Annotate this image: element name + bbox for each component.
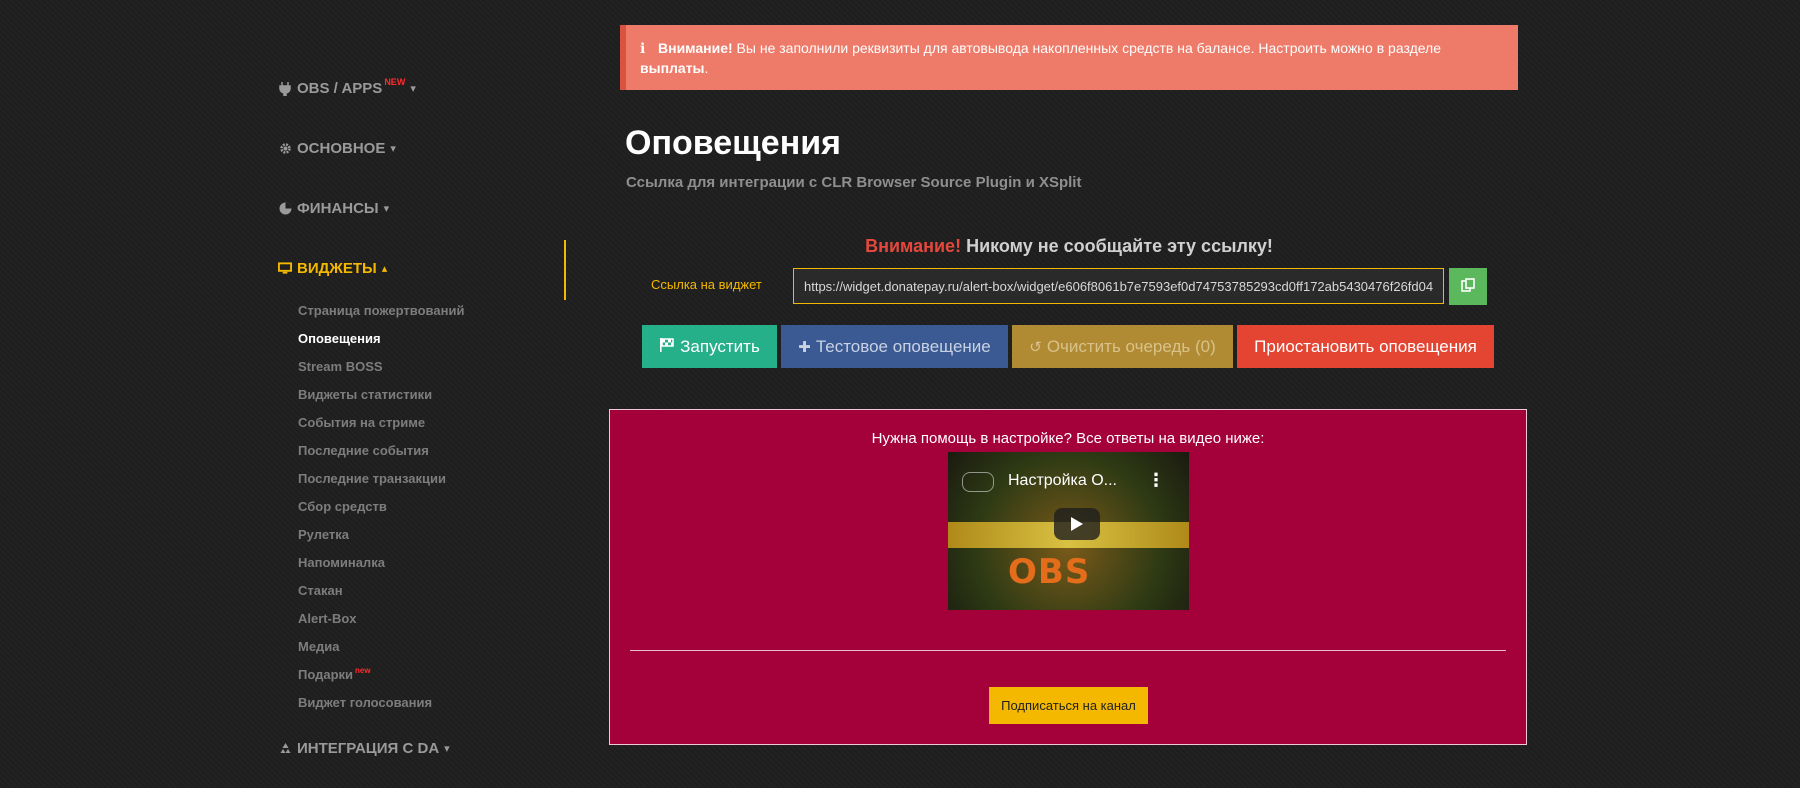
chevron-down-icon: ▾ [390, 143, 396, 155]
sidebar-item-last-transactions[interactable]: Последние транзакции [298, 471, 464, 499]
page-subtitle: Ссылка для интеграции с CLR Browser Sour… [626, 174, 1082, 191]
alert-title: Внимание! [658, 40, 733, 56]
new-badge: NEW [384, 76, 406, 87]
sidebar-item-alerts[interactable]: Оповещения [298, 331, 464, 359]
copy-icon [1461, 278, 1475, 295]
chevron-up-icon: ▴ [381, 263, 388, 275]
payouts-link[interactable]: выплаты [640, 60, 705, 76]
recycle-icon [278, 742, 292, 756]
video-thumbnail-text: OBS [1008, 552, 1091, 592]
warning-label: Внимание! [865, 236, 962, 256]
sidebar-item-reminder[interactable]: Напоминалка [298, 555, 464, 583]
nav-section-obs-apps[interactable]: OBS / APPS NEW ▾ [278, 76, 416, 97]
sidebar-item-gifts[interactable]: Подарки new [298, 666, 464, 695]
sidebar-item-alert-box[interactable]: Alert-Box [298, 611, 464, 639]
security-warning: Внимание! Никому не сообщайте эту ссылку… [620, 236, 1518, 257]
test-alert-label: Тестовое оповещение [815, 336, 991, 356]
video-embed[interactable]: OBS Настройка О... ⋮ [948, 452, 1189, 610]
widget-link-label: Ссылка на виджет [651, 277, 762, 292]
nav-section-label: OBS / APPS [297, 80, 383, 97]
divider [630, 650, 1506, 651]
sidebar-item-fundraising[interactable]: Сбор средств [298, 499, 464, 527]
chevron-down-icon: ▾ [410, 83, 416, 95]
pause-alerts-button[interactable]: Приостановить оповещения [1237, 325, 1494, 368]
sidebar-item-last-events[interactable]: Последние события [298, 443, 464, 471]
active-section-indicator [564, 240, 566, 300]
info-icon: ℹ [640, 40, 646, 56]
gamepad-icon [962, 472, 994, 492]
plus-icon: ✚ [798, 338, 811, 356]
copy-link-button[interactable] [1449, 268, 1487, 305]
help-panel: Нужна помощь в настройке? Все ответы на … [609, 409, 1527, 745]
nav-section-finance[interactable]: ФИНАНСЫ ▾ [278, 200, 389, 217]
nav-section-label: ОСНОВНОЕ [297, 140, 386, 157]
monitor-icon [278, 262, 292, 276]
clear-queue-button[interactable]: ↺ Очистить очередь (0) [1012, 325, 1233, 368]
sidebar: OBS / APPS NEW ▾ ОСНОВНОЕ ▾ ФИНАНСЫ ▾ ВИ… [278, 0, 568, 788]
nav-section-widgets[interactable]: ВИДЖЕТЫ ▴ [278, 260, 387, 277]
widgets-submenu: Страница пожертвований Оповещения Stream… [298, 303, 464, 723]
sidebar-item-stream-events[interactable]: События на стриме [298, 415, 464, 443]
start-button-label: Запустить [680, 336, 760, 356]
chevron-down-icon: ▾ [383, 203, 390, 215]
sidebar-item-voting-widget[interactable]: Виджет голосования [298, 695, 464, 723]
widget-link-input[interactable] [793, 268, 1444, 304]
nav-section-label: ФИНАНСЫ [297, 200, 379, 217]
plug-icon [278, 81, 292, 96]
flag-icon [659, 337, 675, 356]
sidebar-item-stream-boss[interactable]: Stream BOSS [298, 359, 464, 387]
sidebar-item-roulette[interactable]: Рулетка [298, 527, 464, 555]
warning-text: Никому не сообщайте эту ссылку! [966, 236, 1273, 256]
subscribe-button[interactable]: Подписаться на канал [989, 687, 1148, 724]
nav-section-main[interactable]: ОСНОВНОЕ ▾ [278, 140, 396, 157]
sidebar-item-donation-page[interactable]: Страница пожертвований [298, 303, 464, 331]
alert-text: Вы не заполнили реквизиты для автовывода… [736, 40, 1442, 56]
new-badge: new [355, 666, 371, 675]
help-text: Нужна помощь в настройке? Все ответы на … [871, 430, 1265, 447]
nav-section-label: ИНТЕГРАЦИЯ С DA [297, 740, 440, 757]
pie-chart-icon [278, 202, 292, 216]
video-title: Настройка О... [1008, 472, 1117, 489]
start-button[interactable]: Запустить [642, 325, 777, 368]
play-icon[interactable] [1054, 508, 1100, 540]
sidebar-item-glass[interactable]: Стакан [298, 583, 464, 611]
sidebar-item-media[interactable]: Медиа [298, 639, 464, 667]
more-options-icon[interactable]: ⋮ [1147, 470, 1165, 491]
alert-end: . [704, 60, 709, 76]
test-alert-button[interactable]: ✚ Тестовое оповещение [781, 325, 1008, 368]
undo-icon: ↺ [1029, 338, 1042, 356]
payout-alert: ℹ Внимание! Вы не заполнили реквизиты для… [620, 25, 1518, 90]
nav-section-label: ВИДЖЕТЫ [297, 260, 377, 277]
sidebar-item-stats-widgets[interactable]: Виджеты статистики [298, 387, 464, 415]
gear-icon [278, 142, 292, 156]
page-title: Оповещения [625, 124, 841, 162]
chevron-down-icon: ▾ [444, 743, 450, 755]
clear-queue-label: Очистить очередь (0) [1046, 336, 1216, 356]
nav-section-da-integration[interactable]: ИНТЕГРАЦИЯ С DA ▾ [278, 740, 450, 757]
sidebar-item-label: Подарки [298, 667, 354, 682]
